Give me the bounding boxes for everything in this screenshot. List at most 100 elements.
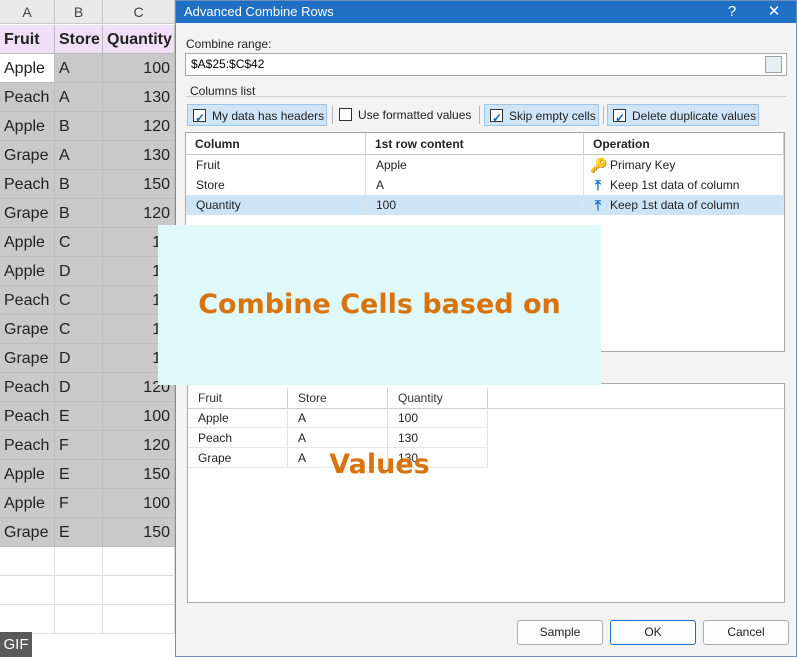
table-cell[interactable]: Grape (0, 344, 55, 373)
my-data-has-headers-checkbox[interactable]: My data has headers (187, 104, 327, 129)
toolbar-separator (332, 106, 333, 124)
table-cell[interactable]: Apple (0, 460, 55, 489)
table-cell[interactable]: Grape (0, 315, 55, 344)
table-cell[interactable]: 130 (103, 83, 175, 112)
table-cell[interactable]: D (55, 373, 103, 402)
table-cell[interactable]: 100 (103, 402, 175, 431)
table-cell[interactable]: 100 (103, 54, 175, 83)
grid-header-operation[interactable]: Operation (584, 133, 784, 155)
table-cell[interactable]: C (55, 228, 103, 257)
grid-cell-operation[interactable]: 🔑 Primary Key (584, 155, 784, 175)
preview-cell: Apple (188, 408, 288, 428)
table-cell[interactable]: E (55, 402, 103, 431)
table-cell[interactable]: Grape (0, 518, 55, 547)
table-cell[interactable]: Apple (0, 228, 55, 257)
table-cell[interactable]: B (55, 112, 103, 141)
grid-row-quantity[interactable]: Quantity 100 ⤒ Keep 1st data of column (186, 195, 784, 215)
table-cell[interactable]: F (55, 431, 103, 460)
grid-cell-operation[interactable]: ⤒ Keep 1st data of column (584, 175, 784, 195)
table-cell[interactable]: Grape (0, 141, 55, 170)
table-cell[interactable]: Apple (0, 257, 55, 286)
table-row: Peach B 150 (0, 170, 175, 199)
header-row: Fruit Store Quantity (0, 25, 175, 54)
table-cell[interactable]: 100 (103, 489, 175, 518)
key-icon: 🔑 (590, 157, 608, 173)
empty-row (0, 547, 175, 576)
table-cell[interactable]: Grape (0, 199, 55, 228)
table-cell[interactable]: 120 (103, 431, 175, 460)
combine-range-input[interactable]: $A$25:$C$42 (185, 53, 787, 76)
grid-header-first-row-content[interactable]: 1st row content (366, 133, 584, 155)
table-cell[interactable]: D (55, 257, 103, 286)
table-row: Peach E 100 (0, 402, 175, 431)
table-cell[interactable]: Peach (0, 170, 55, 199)
table-cell[interactable]: 130 (103, 141, 175, 170)
promo-banner-text: Combine Cells based on Values (198, 289, 561, 480)
ok-button[interactable]: OK (610, 620, 696, 645)
cancel-button[interactable]: Cancel (703, 620, 789, 645)
table-cell[interactable]: B (55, 170, 103, 199)
table-cell[interactable]: C (55, 315, 103, 344)
grid-cell-operation[interactable]: ⤒ Keep 1st data of column (584, 195, 784, 215)
table-cell[interactable]: Apple (0, 112, 55, 141)
operation-label: Keep 1st data of column (610, 178, 740, 192)
empty-cell[interactable] (0, 605, 55, 634)
empty-cell[interactable] (0, 547, 55, 576)
column-header-b[interactable]: B (55, 0, 103, 24)
empty-cell[interactable] (103, 576, 175, 605)
table-cell[interactable]: Peach (0, 373, 55, 402)
table-cell[interactable]: Apple (0, 54, 55, 83)
combine-range-label: Combine range: (186, 37, 272, 51)
checkbox-label: Skip empty cells (509, 109, 596, 123)
use-formatted-values-checkbox[interactable]: Use formatted values (334, 104, 474, 126)
arrow-up-icon: ⤒ (594, 197, 602, 213)
empty-cell[interactable] (103, 605, 175, 634)
table-cell[interactable]: E (55, 460, 103, 489)
header-cell-quantity[interactable]: Quantity (103, 25, 175, 54)
table-cell[interactable]: C (55, 286, 103, 315)
empty-cell[interactable] (55, 547, 103, 576)
operation-label: Keep 1st data of column (610, 198, 740, 212)
table-cell[interactable]: 120 (103, 199, 175, 228)
table-row: Grape A 130 (0, 141, 175, 170)
delete-duplicate-values-checkbox[interactable]: Delete duplicate values (607, 104, 759, 129)
help-icon[interactable]: ? (712, 1, 752, 23)
empty-cell[interactable] (55, 605, 103, 634)
grid-row-store[interactable]: Store A ⤒ Keep 1st data of column (186, 175, 784, 195)
table-cell[interactable]: 150 (103, 460, 175, 489)
sample-button[interactable]: Sample (517, 620, 603, 645)
range-select-icon[interactable] (765, 56, 782, 73)
table-cell[interactable]: B (55, 199, 103, 228)
table-cell[interactable]: Peach (0, 286, 55, 315)
empty-row (0, 605, 175, 634)
table-cell[interactable]: 150 (103, 170, 175, 199)
column-header-c[interactable]: C (103, 0, 175, 24)
header-cell-fruit[interactable]: Fruit (0, 25, 55, 54)
grid-row-fruit[interactable]: Fruit Apple 🔑 Primary Key (186, 155, 784, 175)
table-cell[interactable]: 120 (103, 112, 175, 141)
skip-empty-cells-checkbox[interactable]: Skip empty cells (484, 104, 599, 129)
empty-cell[interactable] (103, 547, 175, 576)
combine-range-value: $A$25:$C$42 (191, 57, 265, 71)
table-cell[interactable]: Apple (0, 489, 55, 518)
table-cell[interactable]: 150 (103, 518, 175, 547)
table-cell[interactable]: A (55, 54, 103, 83)
table-cell[interactable]: Peach (0, 83, 55, 112)
table-cell[interactable]: Peach (0, 431, 55, 460)
empty-cell[interactable] (0, 576, 55, 605)
close-icon[interactable]: ✕ (754, 1, 794, 23)
preview-cell: Peach (188, 428, 288, 448)
header-cell-store[interactable]: Store (55, 25, 103, 54)
table-cell[interactable]: F (55, 489, 103, 518)
column-header-a[interactable]: A (0, 0, 55, 24)
checkbox-checked-icon (490, 107, 503, 129)
table-cell[interactable]: E (55, 518, 103, 547)
table-row: AppleC18 (0, 228, 175, 257)
table-cell[interactable]: A (55, 141, 103, 170)
empty-cell[interactable] (55, 576, 103, 605)
grid-header-column[interactable]: Column (186, 133, 366, 155)
table-cell[interactable]: Peach (0, 402, 55, 431)
table-cell[interactable]: A (55, 83, 103, 112)
spreadsheet: A B C Fruit Store Quantity Apple A 100 Peac… (0, 0, 175, 657)
table-cell[interactable]: D (55, 344, 103, 373)
